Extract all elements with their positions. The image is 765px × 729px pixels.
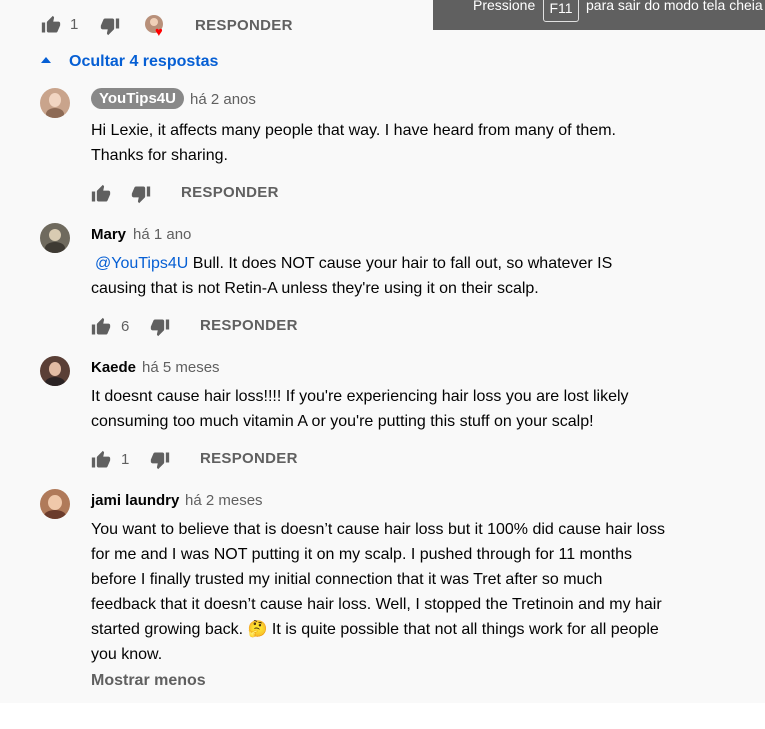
author-name[interactable]: Mary bbox=[91, 226, 126, 243]
like-count: 1 bbox=[121, 451, 130, 468]
comment-time[interactable]: há 1 ano bbox=[133, 226, 191, 243]
fullscreen-toast: Pressione F11 para sair do modo tela che… bbox=[433, 0, 765, 30]
avatar[interactable] bbox=[40, 489, 70, 519]
thumbs-up-icon[interactable] bbox=[91, 317, 111, 337]
comment-time[interactable]: há 5 meses bbox=[142, 359, 220, 376]
thumbs-up-icon[interactable] bbox=[91, 450, 111, 470]
comment-text: @YouTips4U Bull. It does NOT cause your … bbox=[91, 251, 741, 301]
comment-line: Bull. It does NOT cause your hair to fal… bbox=[188, 255, 613, 272]
thumbs-down-icon[interactable] bbox=[150, 317, 170, 337]
toast-suffix: para sair do modo tela cheia bbox=[586, 0, 763, 13]
comment-line: It is quite possible that not all things… bbox=[267, 621, 659, 638]
comment-line: You want to believe that is doesn’t caus… bbox=[91, 521, 665, 538]
comment-line: before I finally trusted my initial conn… bbox=[91, 571, 603, 588]
comment-line: causing that is not Retin-A unless they'… bbox=[91, 280, 539, 297]
comment-line: feedback that it doesn’t cause hair loss… bbox=[91, 596, 662, 613]
author-name[interactable]: YouTips4U bbox=[91, 88, 184, 109]
author-name[interactable]: jami laundry bbox=[91, 492, 179, 509]
comment-line: Hi Lexie, it affects many people that wa… bbox=[91, 122, 616, 139]
comment-text: Hi Lexie, it affects many people that wa… bbox=[91, 118, 741, 168]
comment-line: you know. bbox=[91, 646, 163, 663]
avatar[interactable] bbox=[40, 88, 70, 118]
thumbs-up-icon[interactable] bbox=[41, 15, 61, 35]
thumbs-down-icon[interactable] bbox=[150, 450, 170, 470]
reply-button[interactable]: RESPONDER bbox=[181, 184, 279, 201]
comment-line: Thanks for sharing. bbox=[91, 147, 228, 164]
comments-panel: 1 ♥ RESPONDER Ocultar 4 respostas YouTip… bbox=[0, 0, 765, 703]
mention-link[interactable]: @YouTips4U bbox=[91, 255, 188, 272]
comment-line: It doesnt cause hair loss!!!! If you're … bbox=[91, 388, 629, 405]
reply-button[interactable]: RESPONDER bbox=[195, 17, 293, 34]
toast-prefix: Pressione bbox=[473, 0, 536, 13]
comment-line: consuming too much vitamin A or you're p… bbox=[91, 413, 594, 430]
like-count: 6 bbox=[121, 318, 130, 335]
comment-text: It doesnt cause hair loss!!!! If you're … bbox=[91, 384, 741, 434]
caret-up-icon[interactable] bbox=[41, 57, 51, 63]
author-name[interactable]: Kaede bbox=[91, 359, 136, 376]
comment-line: started growing back. bbox=[91, 621, 244, 638]
comment-time[interactable]: há 2 anos bbox=[190, 91, 256, 108]
heart-icon: ♥ bbox=[155, 24, 163, 39]
avatar[interactable] bbox=[40, 223, 70, 253]
like-count: 1 bbox=[70, 16, 79, 33]
hide-replies-button[interactable]: Ocultar 4 respostas bbox=[69, 53, 218, 71]
show-less-button[interactable]: Mostrar menos bbox=[91, 672, 206, 690]
comment-time[interactable]: há 2 meses bbox=[185, 492, 263, 509]
thinking-face-emoji: 🤔 bbox=[247, 621, 268, 638]
avatar[interactable] bbox=[40, 356, 70, 386]
thumbs-down-icon[interactable] bbox=[100, 16, 120, 36]
comment-line: for me and I was NOT putting it on my sc… bbox=[91, 546, 633, 563]
reply-button[interactable]: RESPONDER bbox=[200, 317, 298, 334]
thumbs-down-icon[interactable] bbox=[131, 184, 151, 204]
f11-key: F11 bbox=[543, 0, 579, 22]
reply-button[interactable]: RESPONDER bbox=[200, 450, 298, 467]
comment-text: You want to believe that is doesn’t caus… bbox=[91, 517, 751, 667]
thumbs-up-icon[interactable] bbox=[91, 184, 111, 204]
